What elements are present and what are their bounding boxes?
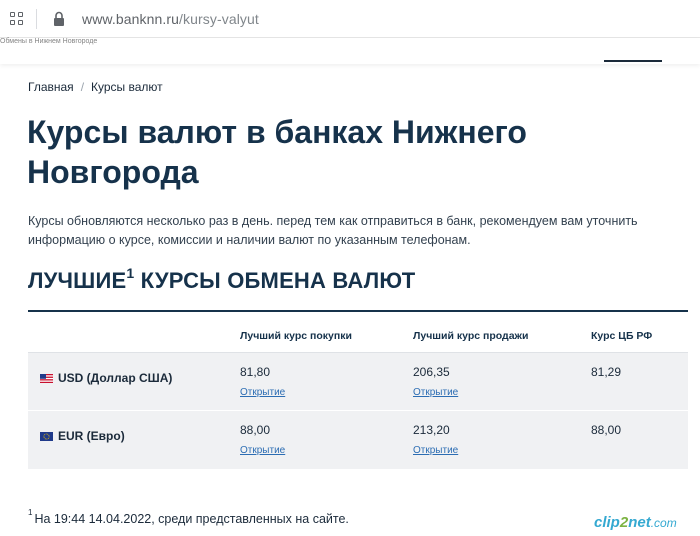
footnote: 1 На 19:44 14.04.2022, среди представленн… <box>28 508 349 526</box>
section-title-main: ЛУЧШИЕ <box>28 268 127 293</box>
buy-rate: 81,80 <box>240 365 271 379</box>
sell-bank-link[interactable]: Открытие <box>413 387 458 398</box>
url-field[interactable]: www.banknn.ru/kursy-valyut <box>82 11 259 27</box>
divider <box>36 9 37 29</box>
table-row: USD (Доллар США) 81,80 Открытие 206,35 О… <box>28 352 688 410</box>
cb-rate: 88,00 <box>591 423 622 437</box>
buy-rate: 88,00 <box>240 423 271 437</box>
buy-bank-link[interactable]: Открытие <box>240 445 285 456</box>
sell-rate: 206,35 <box>413 365 450 379</box>
url-host: www.banknn.ru <box>82 11 180 27</box>
sell-bank-link[interactable]: Открытие <box>413 445 458 456</box>
watermark-part2: 2 <box>619 514 629 531</box>
sell-rate: 213,20 <box>413 423 450 437</box>
header-sell: Лучший курс продажи <box>413 330 529 342</box>
footnote-ref[interactable]: 1 <box>126 265 134 281</box>
rates-table: Лучший курс покупки Лучший курс продажи … <box>28 310 688 470</box>
breadcrumb-separator: / <box>80 80 85 94</box>
site-header: Обмены в Нижнем Новгороде <box>0 38 700 64</box>
us-flag-icon <box>40 373 53 383</box>
watermark-part4: .com <box>650 516 677 530</box>
url-path: /kursy-valyut <box>179 11 259 27</box>
currency-name: EUR (Евро) <box>58 429 125 443</box>
breadcrumb: Главная / Курсы валют <box>28 80 163 94</box>
section-title-rest: КУРСЫ ОБМЕНА ВАЛЮТ <box>134 268 416 293</box>
cb-rate: 81,29 <box>591 365 622 379</box>
page-title: Курсы валют в банках Нижнего Новгорода <box>27 114 527 190</box>
section-title: ЛУЧШИЕ1 КУРСЫ ОБМЕНА ВАЛЮТ <box>28 265 416 294</box>
footnote-mark: 1 <box>28 508 33 517</box>
active-nav-underline <box>604 60 662 62</box>
breadcrumb-current: Курсы валют <box>91 80 163 94</box>
watermark-logo: clip2net.com <box>594 514 677 531</box>
apps-grid-icon[interactable] <box>10 12 24 26</box>
footnote-text: На 19:44 14.04.2022, среди представленны… <box>34 512 349 526</box>
header-buy: Лучший курс покупки <box>240 330 352 342</box>
currency-cell: EUR (Евро) <box>40 429 125 443</box>
site-header-cut-text: Обмены в Нижнем Новгороде <box>0 38 98 45</box>
watermark-part3: net <box>628 514 651 531</box>
currency-cell: USD (Доллар США) <box>40 371 172 385</box>
table-row: EUR (Евро) 88,00 Открытие 213,20 Открыти… <box>28 411 688 469</box>
watermark-part1: clip <box>594 514 620 531</box>
intro-text: Курсы обновляются несколько раз в день. … <box>28 214 638 247</box>
eu-flag-icon <box>40 431 53 441</box>
breadcrumb-home-link[interactable]: Главная <box>28 80 74 94</box>
table-header: Лучший курс покупки Лучший курс продажи … <box>28 310 688 352</box>
lock-icon[interactable] <box>52 11 66 27</box>
currency-name: USD (Доллар США) <box>58 371 173 385</box>
browser-address-bar: www.banknn.ru/kursy-valyut <box>0 0 700 38</box>
buy-bank-link[interactable]: Открытие <box>240 387 285 398</box>
header-cb: Курс ЦБ РФ <box>591 330 653 342</box>
